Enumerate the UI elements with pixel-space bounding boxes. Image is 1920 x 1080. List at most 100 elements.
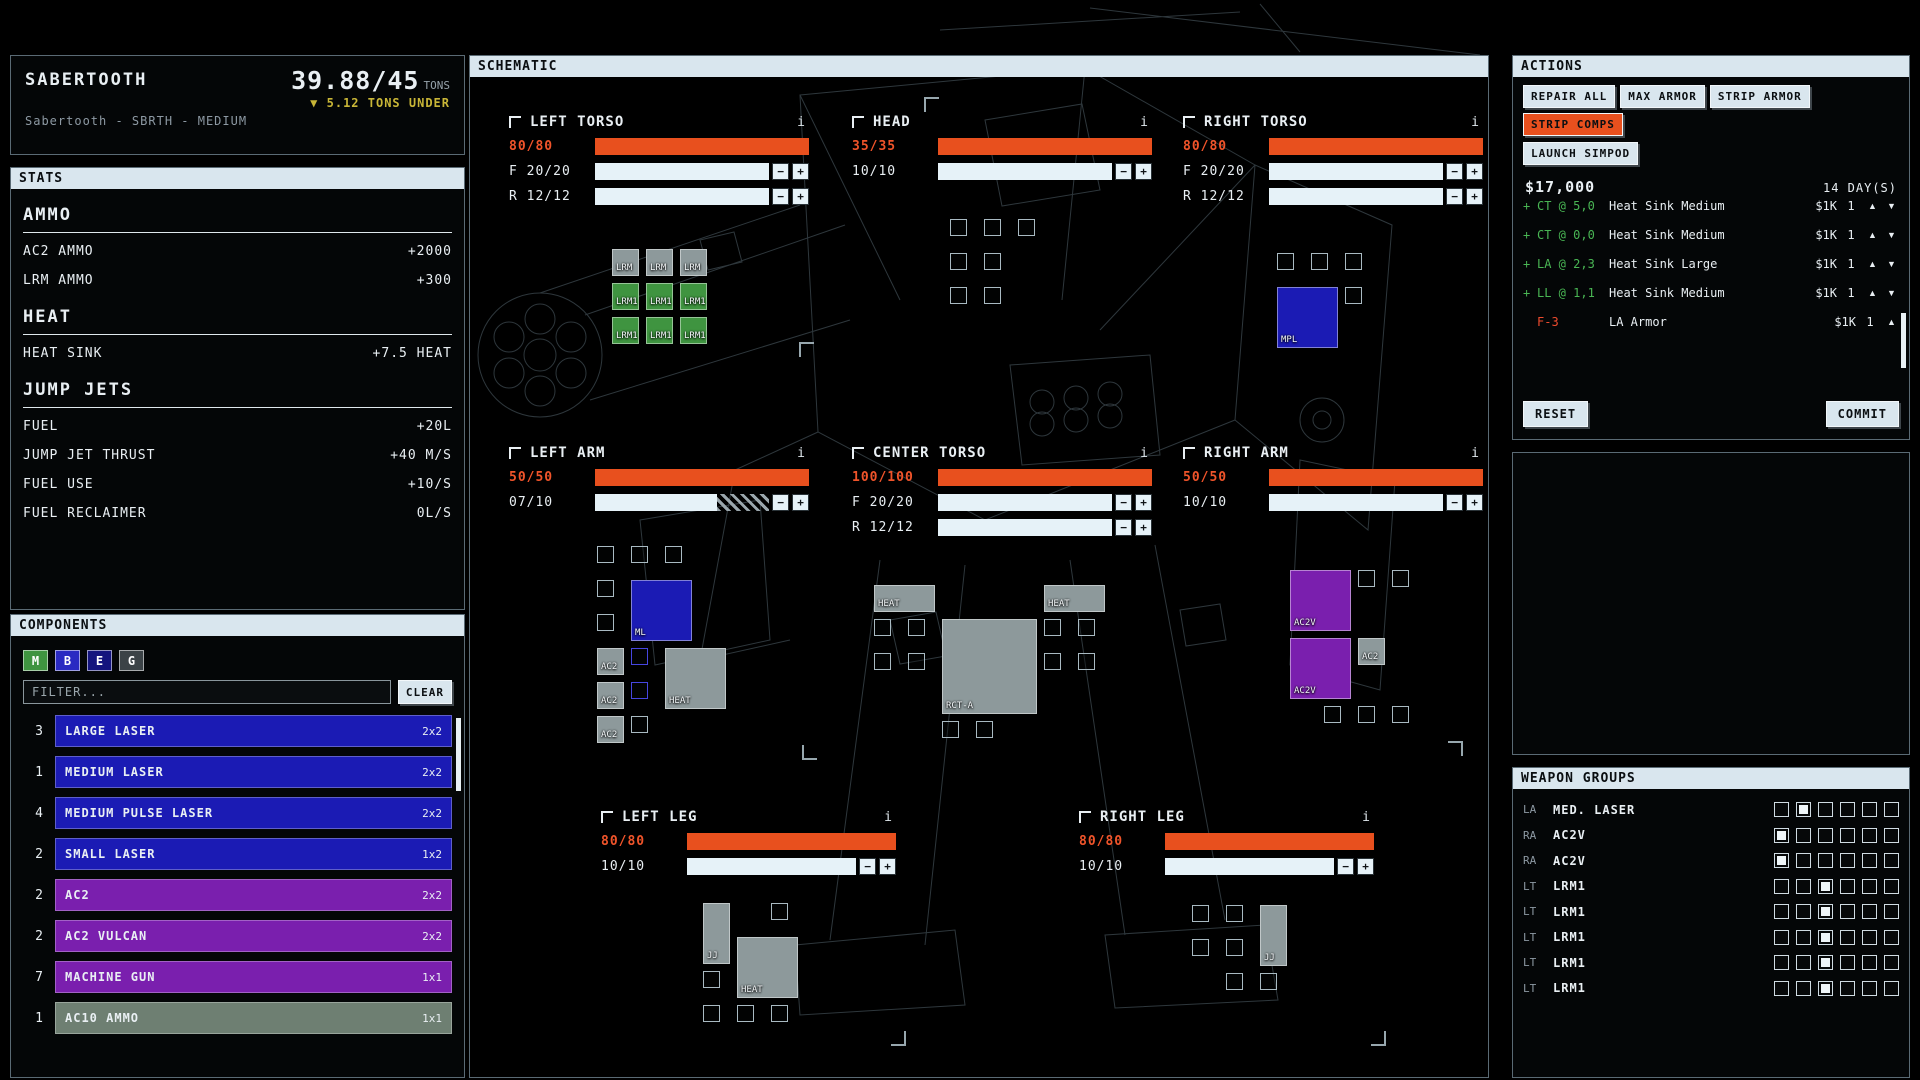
- group-checkbox[interactable]: [1796, 904, 1811, 919]
- move-up-button[interactable]: ▲: [1884, 317, 1899, 327]
- group-checkbox[interactable]: [1774, 802, 1789, 817]
- group-checkbox[interactable]: [1840, 955, 1855, 970]
- group-checkbox[interactable]: [1774, 955, 1789, 970]
- group-checkbox[interactable]: [1884, 879, 1899, 894]
- empty-slot-energy[interactable]: [631, 648, 648, 665]
- empty-slot[interactable]: [1226, 905, 1243, 922]
- empty-slot[interactable]: [665, 546, 682, 563]
- group-checkbox[interactable]: [1840, 981, 1855, 996]
- decrease-button[interactable]: −: [1446, 163, 1463, 180]
- group-checkbox[interactable]: [1774, 879, 1789, 894]
- group-checkbox[interactable]: [1818, 828, 1833, 843]
- decrease-button[interactable]: −: [1115, 494, 1132, 511]
- module-heat[interactable]: HEAT: [1044, 585, 1105, 612]
- module-lrm1[interactable]: LRM1: [646, 317, 673, 344]
- increase-button[interactable]: +: [879, 858, 896, 875]
- group-checkbox[interactable]: [1774, 981, 1789, 996]
- component-item-ac2-vulcan[interactable]: AC2 VULCAN2x2: [55, 920, 452, 952]
- increase-button[interactable]: +: [1466, 188, 1483, 205]
- empty-slot[interactable]: [1192, 939, 1209, 956]
- component-item-ac2[interactable]: AC22x2: [55, 879, 452, 911]
- increase-button[interactable]: +: [1135, 163, 1152, 180]
- group-checkbox[interactable]: [1884, 853, 1899, 868]
- move-up-button[interactable]: ▲: [1865, 288, 1880, 298]
- group-checkbox[interactable]: [1818, 853, 1833, 868]
- module-mpl[interactable]: MPL: [1277, 287, 1338, 348]
- group-checkbox[interactable]: [1796, 930, 1811, 945]
- max-armor-button[interactable]: MAX ARMOR: [1620, 85, 1705, 108]
- info-icon[interactable]: i: [797, 115, 809, 130]
- empty-slot-energy[interactable]: [631, 682, 648, 699]
- group-checkbox[interactable]: [1840, 904, 1855, 919]
- empty-slot[interactable]: [1078, 619, 1095, 636]
- module-heat[interactable]: HEAT: [665, 648, 726, 709]
- group-checkbox[interactable]: [1862, 955, 1877, 970]
- group-checkbox[interactable]: [1862, 904, 1877, 919]
- empty-slot[interactable]: [984, 253, 1001, 270]
- components-scrollbar[interactable]: [456, 718, 461, 791]
- group-checkbox[interactable]: [1818, 930, 1833, 945]
- module-lrm[interactable]: LRM: [612, 249, 639, 276]
- decrease-button[interactable]: −: [1337, 858, 1354, 875]
- empty-slot[interactable]: [737, 1005, 754, 1022]
- move-up-button[interactable]: ▲: [1865, 230, 1880, 240]
- move-down-button[interactable]: ▼: [1884, 288, 1899, 298]
- empty-slot[interactable]: [1358, 706, 1375, 723]
- component-item-medium-laser[interactable]: MEDIUM LASER2x2: [55, 756, 452, 788]
- empty-slot[interactable]: [942, 721, 959, 738]
- module-ac2[interactable]: AC2: [1358, 638, 1385, 665]
- module-lrm[interactable]: LRM: [680, 249, 707, 276]
- group-checkbox[interactable]: [1796, 853, 1811, 868]
- group-checkbox[interactable]: [1818, 955, 1833, 970]
- empty-slot[interactable]: [950, 219, 967, 236]
- module-ac2[interactable]: AC2: [597, 682, 624, 709]
- group-checkbox[interactable]: [1818, 879, 1833, 894]
- group-checkbox[interactable]: [1840, 853, 1855, 868]
- group-checkbox[interactable]: [1796, 879, 1811, 894]
- empty-slot[interactable]: [1392, 706, 1409, 723]
- empty-slot[interactable]: [1044, 653, 1061, 670]
- group-checkbox[interactable]: [1862, 853, 1877, 868]
- decrease-button[interactable]: −: [859, 858, 876, 875]
- group-checkbox[interactable]: [1774, 904, 1789, 919]
- clear-filter-button[interactable]: CLEAR: [398, 680, 452, 704]
- empty-slot[interactable]: [976, 721, 993, 738]
- increase-button[interactable]: +: [792, 163, 809, 180]
- empty-slot[interactable]: [1226, 939, 1243, 956]
- empty-slot[interactable]: [984, 219, 1001, 236]
- empty-slot[interactable]: [1044, 619, 1061, 636]
- module-ac2[interactable]: AC2: [597, 716, 624, 743]
- empty-slot[interactable]: [1078, 653, 1095, 670]
- group-checkbox[interactable]: [1774, 930, 1789, 945]
- module-lrm1[interactable]: LRM1: [646, 283, 673, 310]
- empty-slot[interactable]: [908, 619, 925, 636]
- strip-comps-button[interactable]: STRIP COMPS: [1523, 113, 1623, 136]
- info-icon[interactable]: i: [797, 446, 809, 461]
- move-down-button[interactable]: ▼: [1884, 230, 1899, 240]
- increase-button[interactable]: +: [1135, 494, 1152, 511]
- module-lrm1[interactable]: LRM1: [680, 317, 707, 344]
- empty-slot[interactable]: [703, 1005, 720, 1022]
- module-heat[interactable]: HEAT: [874, 585, 935, 612]
- empty-slot[interactable]: [597, 580, 614, 597]
- decrease-button[interactable]: −: [1446, 494, 1463, 511]
- group-checkbox[interactable]: [1884, 930, 1899, 945]
- empty-slot[interactable]: [1260, 973, 1277, 990]
- commit-button[interactable]: COMMIT: [1826, 401, 1899, 427]
- decrease-button[interactable]: −: [1446, 188, 1463, 205]
- empty-slot[interactable]: [984, 287, 1001, 304]
- empty-slot[interactable]: [1018, 219, 1035, 236]
- empty-slot[interactable]: [908, 653, 925, 670]
- group-checkbox[interactable]: [1862, 981, 1877, 996]
- module-heat[interactable]: HEAT: [737, 937, 798, 998]
- empty-slot[interactable]: [631, 546, 648, 563]
- module-lrm1[interactable]: LRM1: [680, 283, 707, 310]
- move-up-button[interactable]: ▲: [1865, 259, 1880, 269]
- repair-all-button[interactable]: REPAIR ALL: [1523, 85, 1615, 108]
- empty-slot[interactable]: [950, 253, 967, 270]
- group-checkbox[interactable]: [1818, 904, 1833, 919]
- module-jj[interactable]: JJ: [1260, 905, 1287, 966]
- strip-armor-button[interactable]: STRIP ARMOR: [1710, 85, 1810, 108]
- module-lrm[interactable]: LRM: [646, 249, 673, 276]
- module-ac2[interactable]: AC2: [597, 648, 624, 675]
